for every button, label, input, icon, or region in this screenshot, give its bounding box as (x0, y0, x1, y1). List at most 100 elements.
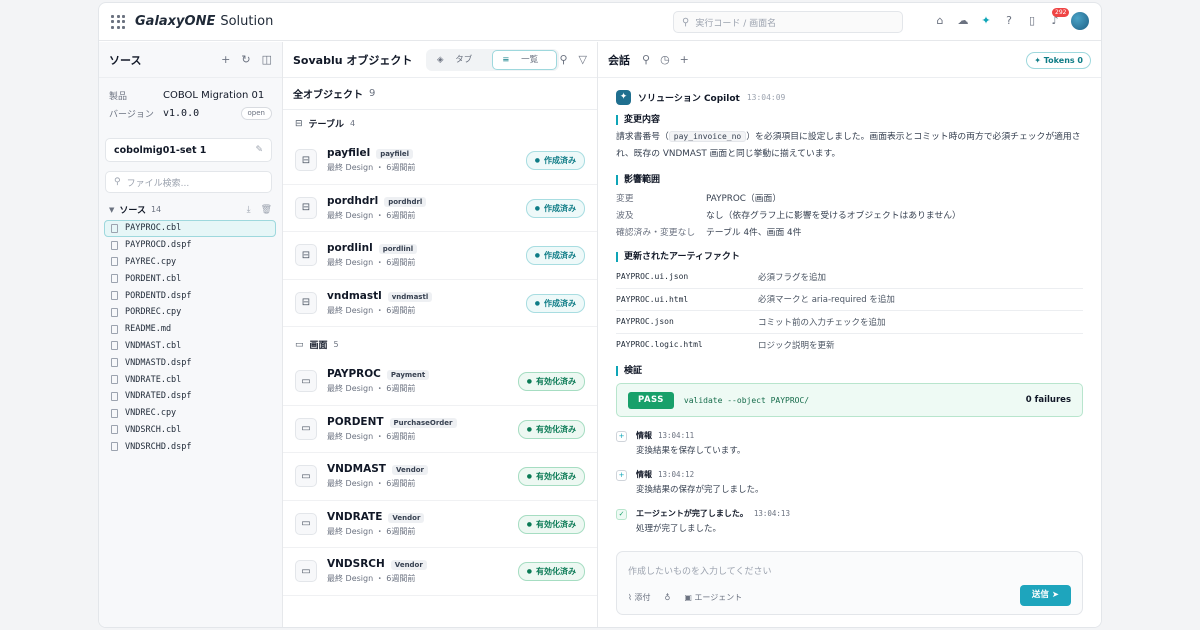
file-item[interactable]: VNDREC.cpy (104, 405, 276, 422)
screens-list: ▭PAYPROCPayment最終 Design ・ 6週間前有効化済み▭POR… (283, 358, 597, 596)
status-badge: 有効化済み (517, 514, 585, 534)
file-item[interactable]: VNDRATED.dspf (104, 388, 276, 405)
send-button[interactable]: 送信 ➤ (1019, 585, 1071, 606)
message-composer[interactable]: 作成したいものを入力してください ⌇ 添付 ♁ ▣ エージェント 送信 ➤ (616, 551, 1083, 615)
object-row[interactable]: ▭ PORDENT PurchaseOrder 最終 Design ・ 6週間前 有効化… (283, 406, 597, 453)
file-item[interactable]: VNDSRCHD.dspf (104, 438, 276, 455)
artifact-row[interactable]: PAYPROC.ui.json 必須フラグを追加 (616, 266, 1083, 289)
source-panel: ソース + ↻ ◫ 製品 COBOL Migration 01 バージョン v1… (99, 42, 283, 627)
object-row[interactable]: ▭ VNDMAST Vendor 最終 Design ・ 6週間前 有効化済み (283, 453, 597, 501)
log-entry: + 情報 13:04:11 変換結果を保存しています。 (616, 430, 1083, 456)
search-icon[interactable]: ⚲ (559, 53, 567, 66)
artifact-row[interactable]: PAYPROC.json コミット前の入力チェックを追加 (616, 311, 1083, 334)
status-badge: 作成済み (525, 246, 585, 265)
object-name: pordhdrl (327, 194, 379, 207)
object-row[interactable]: ⊟ pordlinl pordlinl 最終 Design ・ 6週間前 作成済み (283, 232, 597, 280)
impact-row: 確認済み・変更なし テーブル 4件、画面 4件 (616, 223, 1083, 240)
object-meta: 最終 Design ・ 6週間前 (327, 305, 416, 315)
conversation-header: 会話 ⚲ ◷ + ✦ Tokens 0 (598, 42, 1101, 78)
app-grid-icon[interactable] (111, 14, 125, 29)
global-search-input[interactable]: ⚲ 実行コード / 画面名 (673, 11, 903, 33)
object-meta: 最終 Design ・ 6週間前 (327, 163, 416, 173)
trash-icon[interactable]: 🗑 (261, 205, 272, 215)
file-item[interactable]: VNDSRCH.cbl (104, 422, 276, 439)
attach-label: 添付 (634, 593, 651, 602)
object-name: payfilel (327, 147, 371, 160)
object-meta: 最終 Design ・ 6週間前 (327, 479, 416, 489)
object-row[interactable]: ⊟ payfilel payfilel 最終 Design ・ 6週間前 作成済み (283, 137, 597, 185)
panel-toggle-icon[interactable]: ◫ (262, 53, 272, 66)
composer-placeholder: 作成したいものを入力してください (628, 567, 772, 577)
agent-button[interactable]: ▣ エージェント (684, 592, 742, 603)
artifact-file: PAYPROC.ui.html (616, 294, 689, 304)
object-meta: 最終 Design ・ 6週間前 (327, 574, 416, 584)
file-item[interactable]: README.md (104, 321, 276, 338)
file-search-input[interactable]: ⚲ ファイル検索... (105, 171, 272, 193)
log-time: 13:04:13 (753, 509, 790, 518)
file-item[interactable]: PAYPROCD.dspf (104, 237, 276, 254)
file-item[interactable]: PAYPROC.cbl (104, 220, 276, 237)
set-selector[interactable]: cobolmig01-set 1 ✎ (105, 138, 272, 162)
cloud-icon[interactable]: ☁ (956, 14, 970, 28)
conversation-panel: 会話 ⚲ ◷ + ✦ Tokens 0 ✦ ソリューション Copilot 13… (598, 42, 1101, 627)
filter-icon[interactable]: ▽ (579, 53, 587, 66)
artifact-row[interactable]: PAYPROC.ui.html 必須マークと aria-required を追加 (616, 289, 1083, 311)
validation-result: PASS validate --object PAYPROC/ 0 failur… (616, 383, 1083, 417)
mic-icon[interactable]: ♁ (664, 593, 670, 602)
search-icon[interactable]: ⚲ (642, 53, 650, 66)
source-panel-title: ソース (109, 53, 142, 67)
file-item[interactable]: PAYREC.cpy (104, 254, 276, 271)
bookmark-icon[interactable]: ▯ (1025, 14, 1039, 28)
objects-panel-title: Sovablu オブジェクト (293, 53, 413, 67)
file-item[interactable]: VNDRATE.cbl (104, 371, 276, 388)
log-title: 情報 (636, 470, 652, 479)
tables-label: テーブル (308, 120, 345, 130)
tables-group-header: ⊟ テーブル 4 (283, 110, 597, 137)
source-tree-header[interactable]: ▼ ソース 14 ⤓ 🗑 (109, 203, 272, 217)
object-row[interactable]: ⊟ pordhdrl pordhdrl 最終 Design ・ 6週間前 作成済み (283, 185, 597, 232)
file-item[interactable]: VNDMASTD.dspf (104, 354, 276, 371)
help-icon[interactable]: ? (1002, 14, 1016, 28)
open-badge[interactable]: open (240, 106, 272, 120)
file-item[interactable]: PORDENTD.dspf (104, 287, 276, 304)
brand-main: GalaxyONE (135, 14, 216, 29)
object-row[interactable]: ▭ PAYPROC Payment 最終 Design ・ 6週間前 有効化済み (283, 358, 597, 406)
bell-icon[interactable]: ♪ 292 (1048, 8, 1070, 28)
verify-title: 検証 (616, 366, 1083, 376)
home-icon[interactable]: ⌂ (933, 14, 947, 28)
history-icon[interactable]: ◷ (660, 53, 670, 66)
sparkle-icon[interactable]: ✦ (979, 14, 993, 28)
object-name: pordlinl (327, 242, 373, 255)
changes-pre: 請求書番号（ (616, 132, 669, 142)
object-name: VNDMAST (327, 463, 386, 476)
file-item[interactable]: PORDREC.cpy (104, 304, 276, 321)
tab-view-button[interactable]: ◈ タブ (428, 51, 490, 69)
file-item[interactable]: PORDENT.cbl (104, 270, 276, 287)
agent-icon: ▣ (684, 593, 692, 602)
file-icon (111, 223, 118, 233)
conversation-title: 会話 (608, 53, 630, 67)
object-row[interactable]: ⊟ vndmastl vndmastl 最終 Design ・ 6週間前 作成済み (283, 280, 597, 327)
log-title: 情報 (636, 431, 652, 440)
add-icon[interactable]: + (221, 53, 230, 66)
pencil-icon[interactable]: ✎ (255, 145, 263, 155)
log-body: 変換結果の保存が完了しました。 (636, 485, 764, 495)
tokens-badge[interactable]: ✦ Tokens 0 (1026, 52, 1091, 69)
impact-row: 変更 PAYPROC（画面） (616, 189, 1083, 206)
attach-button[interactable]: ⌇ 添付 (628, 592, 650, 603)
brand-sub: Solution (220, 14, 274, 29)
object-row[interactable]: ▭ VNDRATE Vendor 最終 Design ・ 6週間前 有効化済み (283, 501, 597, 548)
refresh-icon[interactable]: ↻ (241, 53, 250, 66)
status-badge: 作成済み (525, 151, 585, 170)
object-row[interactable]: ▭ VNDSRCH Vendor 最終 Design ・ 6週間前 有効化済み (283, 548, 597, 596)
artifact-row[interactable]: PAYPROC.logic.html ロジック説明を更新 (616, 334, 1083, 357)
impact-key: 波及 (616, 211, 634, 221)
user-avatar[interactable] (1071, 12, 1089, 30)
object-meta: 最終 Design ・ 6週間前 (327, 384, 416, 394)
download-icon[interactable]: ⤓ (247, 205, 251, 215)
list-view-button[interactable]: ≡ 一覧 (492, 50, 558, 70)
file-item[interactable]: VNDMAST.cbl (104, 338, 276, 355)
add-icon[interactable]: + (680, 53, 689, 66)
chevron-down-icon[interactable]: ▼ (109, 206, 114, 214)
impact-row: 波及 なし（依存グラフ上に影響を受けるオブジェクトはありません） (616, 206, 1083, 223)
